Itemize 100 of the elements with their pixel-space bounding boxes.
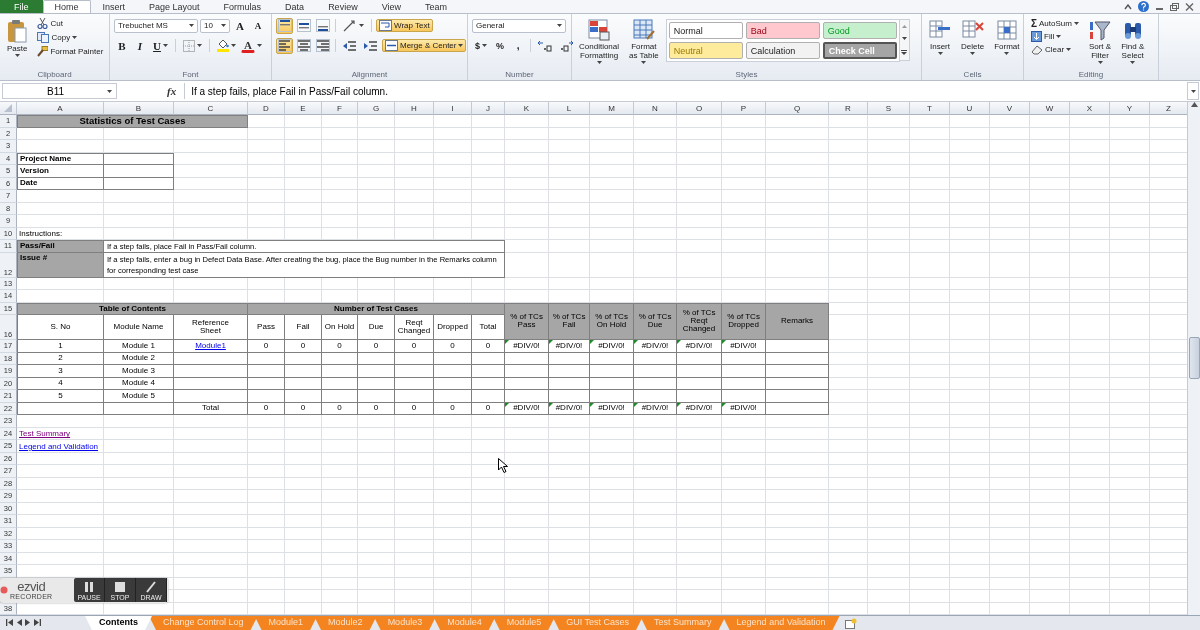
insert-sheet-icon[interactable] — [844, 618, 857, 629]
column-header[interactable]: R — [829, 102, 868, 115]
clear-button[interactable]: Clear — [1028, 43, 1082, 56]
conditional-formatting-button[interactable]: Conditional Formatting — [576, 17, 623, 66]
column-header[interactable]: U — [950, 102, 990, 115]
close-icon[interactable] — [1185, 2, 1194, 11]
font-size-dropdown[interactable]: 10 — [200, 18, 230, 33]
column-header[interactable]: G — [358, 102, 395, 115]
sheet-link[interactable]: Module1 — [195, 341, 226, 350]
name-box[interactable]: B11 — [2, 83, 117, 99]
column-header[interactable]: M — [590, 102, 634, 115]
column-header[interactable]: T — [910, 102, 950, 115]
copy-button[interactable]: Copy — [34, 31, 107, 44]
expand-formula-button[interactable] — [1187, 82, 1199, 100]
column-header[interactable]: H — [395, 102, 434, 115]
shrink-font-button[interactable]: A — [250, 19, 266, 32]
paste-button[interactable]: Paste — [4, 17, 31, 59]
increase-indent-button[interactable] — [361, 38, 380, 53]
cell-style-swatch[interactable]: Neutral — [668, 42, 743, 59]
column-header[interactable]: S — [868, 102, 910, 115]
center-align-button[interactable] — [295, 37, 312, 54]
cell-style-swatch[interactable]: Normal — [668, 22, 743, 39]
restore-icon[interactable] — [1170, 2, 1179, 11]
collapse-ribbon-icon[interactable] — [1124, 3, 1132, 10]
fill-button[interactable]: Fill — [1028, 30, 1082, 43]
file-tab[interactable]: File — [0, 0, 43, 13]
column-header[interactable]: V — [990, 102, 1030, 115]
sheet-link[interactable]: Test Summary — [19, 429, 71, 439]
sheet-link[interactable]: Legend and Validation — [19, 441, 99, 451]
merge-center-button[interactable]: Merge & Center — [382, 39, 467, 52]
font-color-button[interactable]: A — [240, 38, 255, 53]
ribbon-tab[interactable]: Data — [273, 0, 317, 13]
vertical-scrollbar[interactable] — [1187, 102, 1200, 615]
left-align-button[interactable] — [276, 37, 293, 54]
formula-field[interactable]: If a step fails, place Fail in Pass/Fail column. — [184, 83, 1187, 99]
column-header[interactable]: L — [549, 102, 590, 115]
format-as-table-button[interactable]: Format as Table — [626, 17, 662, 66]
sort-filter-button[interactable]: Sort & Filter — [1085, 17, 1115, 66]
column-header[interactable]: Y — [1110, 102, 1150, 115]
column-header[interactable]: Q — [766, 102, 829, 115]
more-styles-icon[interactable] — [901, 50, 908, 56]
insert-button[interactable]: Insert — [926, 17, 954, 57]
font-name-dropdown[interactable]: Trebuchet MS — [114, 18, 198, 33]
merge-cells-icon — [385, 40, 398, 51]
scrollbar-thumb[interactable] — [1188, 337, 1200, 379]
ribbon-tab[interactable]: Formulas — [211, 0, 274, 13]
underline-button[interactable]: U — [150, 38, 171, 53]
cell-style-swatch[interactable]: Calculation — [745, 42, 820, 59]
autosum-button[interactable]: Σ AutoSum — [1028, 17, 1082, 30]
column-header[interactable]: J — [472, 102, 505, 115]
increase-decimal-button[interactable] — [535, 38, 555, 53]
cell-style-swatch[interactable]: Bad — [745, 22, 820, 39]
grow-font-button[interactable]: A — [232, 18, 248, 33]
find-select-button[interactable]: Find & Select — [1118, 17, 1148, 66]
column-header[interactable]: C — [174, 102, 248, 115]
ribbon-tab[interactable]: Insert — [90, 0, 138, 13]
insert-function-icon[interactable]: fx — [167, 85, 177, 97]
previous-sheet-icon[interactable] — [16, 619, 22, 626]
cut-button[interactable]: Cut — [34, 17, 107, 30]
column-header[interactable]: P — [722, 102, 766, 115]
format-painter-button[interactable]: Format Painter — [34, 45, 107, 58]
next-sheet-icon[interactable] — [25, 619, 31, 626]
number-format-dropdown[interactable]: General — [472, 18, 566, 33]
ribbon-tab[interactable]: Home — [42, 0, 91, 13]
middle-align-button[interactable] — [295, 17, 312, 34]
column-header[interactable]: Z — [1150, 102, 1187, 115]
percent-button[interactable]: % — [492, 39, 508, 52]
format-button[interactable]: Format — [991, 17, 1023, 57]
column-heading: On Hold — [322, 315, 358, 340]
right-align-button[interactable] — [314, 37, 331, 54]
italic-button[interactable]: I — [132, 38, 148, 53]
ribbon-tab[interactable]: Page Layout — [137, 0, 212, 13]
column-header[interactable]: N — [634, 102, 677, 115]
top-align-button[interactable] — [276, 17, 293, 34]
bottom-align-button[interactable] — [314, 17, 331, 34]
column-header[interactable]: B — [104, 102, 174, 115]
column-header[interactable]: O — [677, 102, 722, 115]
ribbon-tab[interactable]: Team — [413, 0, 459, 13]
bold-button[interactable]: B — [114, 38, 130, 53]
ribbon-tab[interactable]: Review — [316, 0, 370, 13]
first-sheet-icon[interactable] — [6, 619, 13, 626]
serial-number-cell: 5 — [17, 390, 104, 403]
delete-button[interactable]: Delete — [958, 17, 988, 57]
wrap-text-button[interactable]: Wrap Text — [376, 19, 433, 32]
help-icon[interactable] — [1138, 1, 1149, 12]
caret-icon — [359, 24, 364, 27]
column-header[interactable]: D — [248, 102, 285, 115]
sheet-tab[interactable]: Contents — [85, 616, 152, 630]
last-sheet-icon[interactable] — [34, 619, 41, 626]
count-cell: 0 — [434, 340, 472, 353]
column-header[interactable]: I — [434, 102, 472, 115]
ribbon-tab[interactable]: View — [369, 0, 413, 13]
column-header[interactable]: K — [505, 102, 549, 115]
column-header[interactable]: W — [1030, 102, 1070, 115]
column-header[interactable]: E — [285, 102, 322, 115]
column-header[interactable]: X — [1070, 102, 1110, 115]
column-header[interactable]: A — [17, 102, 104, 115]
comma-button[interactable]: , — [510, 39, 526, 52]
currency-button[interactable]: $ — [472, 39, 490, 52]
column-header[interactable]: F — [322, 102, 358, 115]
